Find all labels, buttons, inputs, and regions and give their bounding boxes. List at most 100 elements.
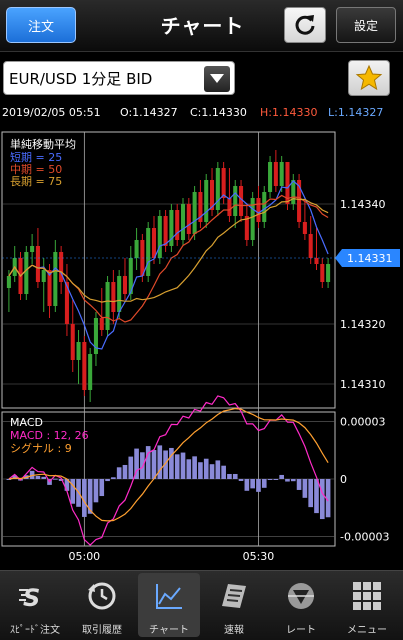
macd-histogram-bar xyxy=(279,474,284,479)
ohlc-close: C:1.14330 xyxy=(190,106,247,119)
nav-label: メニュー xyxy=(347,625,387,636)
candle-body xyxy=(279,162,284,186)
candle-body xyxy=(302,222,307,234)
macd-histogram-bar xyxy=(209,464,215,479)
macd-histogram-bar xyxy=(261,479,267,488)
candle-body xyxy=(163,216,168,246)
candle-body xyxy=(221,168,226,198)
macd-histogram-bar xyxy=(180,452,186,479)
candle-body xyxy=(180,204,186,240)
candle-body xyxy=(105,282,110,330)
macd-histogram-bar xyxy=(256,479,261,492)
nav-news[interactable]: 速報 xyxy=(203,573,265,637)
symbol-select[interactable]: EUR/USD 1分足 BID xyxy=(3,61,235,95)
macd-legend-item: MACD : 12, 26 xyxy=(10,429,89,442)
candle-body xyxy=(320,264,325,282)
candle-body xyxy=(134,240,139,258)
macd-histogram-bar xyxy=(198,462,203,479)
favorite-button[interactable] xyxy=(348,60,390,96)
nav-label: チャート xyxy=(149,625,189,636)
macd-histogram-bar xyxy=(273,479,279,480)
svg-text:S: S xyxy=(23,584,40,612)
macd-tick-label: 0.00003 xyxy=(340,416,386,429)
nav-chart[interactable]: チャート xyxy=(138,573,200,637)
macd-histogram-bar xyxy=(244,479,250,491)
candle-body xyxy=(233,186,238,216)
candle-body xyxy=(256,198,261,222)
ohlc-open: O:1.14327 xyxy=(120,106,178,119)
candle-body xyxy=(53,252,58,306)
bottom-navigation: S ｽﾋﾟｰﾄﾞ注文 取引履歴 チャート 速報 レート メニュー xyxy=(0,570,403,640)
candle-body xyxy=(146,228,151,276)
candle-body xyxy=(273,162,278,186)
macd-tick-label: -0.00003 xyxy=(340,530,389,543)
price-tick-label: 1.14310 xyxy=(340,378,386,391)
symbol-select-value: EUR/USD 1分足 BID xyxy=(9,69,153,88)
app-screen: 注文 チャート 設定 EUR/USD 1分足 BID 2019/02/05 05… xyxy=(0,0,403,640)
candle-body xyxy=(122,276,128,294)
candle-body xyxy=(117,276,122,312)
rate-icon xyxy=(284,579,318,613)
order-button[interactable]: 注文 xyxy=(6,7,76,43)
candle-body xyxy=(157,216,162,258)
candle-body xyxy=(35,246,40,282)
macd-histogram-bar xyxy=(111,477,116,479)
menu-grid-icon xyxy=(350,579,384,613)
macd-histogram-bar xyxy=(290,479,296,482)
time-tick-label: 05:00 xyxy=(68,550,100,563)
macd-histogram-bar xyxy=(192,456,197,479)
nav-label: 速報 xyxy=(224,625,244,636)
macd-histogram-bar xyxy=(35,475,41,479)
refresh-icon xyxy=(295,15,315,35)
candle-body xyxy=(6,276,11,288)
price-panel-title: 単純移動平均 xyxy=(10,137,76,151)
macd-histogram-bar xyxy=(41,476,47,479)
candle-body xyxy=(326,264,331,282)
candle-body xyxy=(88,354,93,390)
macd-histogram-bar xyxy=(186,459,192,479)
nav-rate[interactable]: レート xyxy=(270,573,332,637)
refresh-button[interactable] xyxy=(284,7,326,43)
candle-body xyxy=(151,228,157,258)
macd-histogram-bar xyxy=(250,479,255,489)
macd-panel-title: MACD xyxy=(10,416,43,429)
ohlc-datetime: 2019/02/05 05:51 xyxy=(2,106,101,119)
nav-label: レート xyxy=(286,625,316,636)
candle-body xyxy=(186,204,191,234)
candle-body xyxy=(76,342,81,360)
order-button-label: 注文 xyxy=(27,19,54,35)
nav-label: 取引履歴 xyxy=(82,625,122,636)
nav-label: ｽﾋﾟｰﾄﾞ注文 xyxy=(10,625,60,636)
nav-menu[interactable]: メニュー xyxy=(336,573,398,637)
price-tick-label: 1.14320 xyxy=(340,318,386,331)
signal-legend-item: シグナル : 9 xyxy=(10,441,72,455)
macd-histogram-bar xyxy=(232,473,238,479)
page-title: チャート xyxy=(160,14,245,38)
candle-body xyxy=(308,234,313,258)
candle-body xyxy=(215,168,220,210)
settings-button-label: 設定 xyxy=(353,18,378,33)
nav-speed-order[interactable]: S ｽﾋﾟｰﾄﾞ注文 xyxy=(4,573,66,637)
macd-line xyxy=(8,395,329,546)
price-tick-label: 1.14340 xyxy=(340,198,386,211)
macd-histogram-bar xyxy=(267,479,273,480)
candle-body xyxy=(262,192,267,222)
chevron-down-icon xyxy=(204,66,230,92)
macd-histogram-bar xyxy=(157,445,163,479)
candle-body xyxy=(227,198,232,216)
ohlc-readout: 2019/02/05 05:51 O:1.14327 C:1.14330 H:1… xyxy=(2,106,402,120)
ma-legend-item: 長期 = 75 xyxy=(10,175,62,188)
macd-histogram-bar xyxy=(116,467,122,479)
candle-body xyxy=(175,210,180,240)
macd-histogram-bar xyxy=(174,454,180,479)
nav-history[interactable]: 取引履歴 xyxy=(71,573,133,637)
macd-histogram-bar xyxy=(128,456,134,479)
settings-button[interactable]: 設定 xyxy=(336,7,396,43)
macd-histogram-bar xyxy=(314,479,319,514)
macd-histogram-bar xyxy=(302,479,308,498)
time-tick-label: 05:30 xyxy=(243,550,275,563)
price-chart[interactable]: 1.14340 1.14320 1.14310 0.00003 0 -0.00003 05:… xyxy=(0,124,403,570)
macd-histogram-bar xyxy=(169,447,174,479)
macd-histogram-bar xyxy=(215,460,221,479)
candle-body xyxy=(204,180,209,222)
